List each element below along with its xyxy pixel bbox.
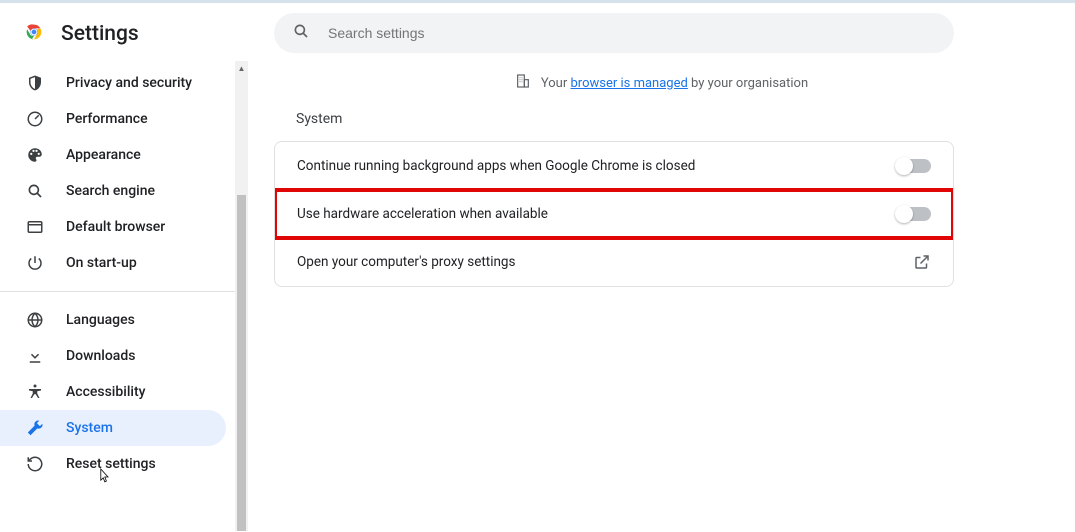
sidebar-item-default-browser[interactable]: Default browser [0,209,226,245]
toggle-hardware-acceleration[interactable] [897,207,931,221]
sidebar-item-appearance[interactable]: Appearance [0,137,226,173]
page-title: Settings [61,22,139,46]
building-icon [515,73,531,93]
row-label: Continue running background apps when Go… [297,158,695,174]
power-icon [26,254,44,272]
scrollbar-thumb[interactable] [237,195,246,531]
wrench-icon [26,419,44,437]
search-icon [26,182,44,200]
row-label: Use hardware acceleration when available [297,206,548,222]
system-card: Continue running background apps when Go… [274,141,954,287]
row-label: Open your computer's proxy settings [297,254,515,270]
row-background-apps[interactable]: Continue running background apps when Go… [275,142,953,190]
sidebar-item-label: Privacy and security [66,75,192,91]
external-link-icon [913,253,931,271]
scroll-up-icon[interactable]: ▲ [235,61,248,75]
brand: Settings [0,15,248,65]
sidebar-item-label: Performance [66,111,148,127]
sidebar-item-label: System [66,420,113,436]
shield-icon [26,74,44,92]
sidebar-item-label: Downloads [66,348,135,364]
sidebar-item-startup[interactable]: On start-up [0,245,226,281]
sidebar-item-label: Default browser [66,219,165,235]
sidebar: Settings Privacy and security Performanc… [0,3,248,532]
speedometer-icon [26,110,44,128]
sidebar-item-downloads[interactable]: Downloads [0,338,226,374]
sidebar-item-label: Appearance [66,147,141,163]
download-icon [26,347,44,365]
search-input[interactable] [328,25,936,41]
divider [0,291,248,292]
section-title: System [274,103,1049,141]
managed-link[interactable]: browser is managed [570,76,687,91]
sidebar-item-label: On start-up [66,255,137,271]
sidebar-item-label: Search engine [66,183,155,199]
reset-icon [26,455,44,473]
chrome-logo-icon [23,21,45,47]
palette-icon [26,146,44,164]
sidebar-item-system[interactable]: System [0,410,226,446]
globe-icon [26,311,44,329]
sidebar-item-accessibility[interactable]: Accessibility [0,374,226,410]
scrollbar[interactable]: ▲ [235,61,248,531]
search-bar[interactable] [274,13,954,53]
sidebar-item-label: Accessibility [66,384,145,400]
row-proxy-settings[interactable]: Open your computer's proxy settings [275,238,953,286]
main: Your browser is managed by your organisa… [248,3,1075,532]
row-hardware-acceleration[interactable]: Use hardware acceleration when available [275,190,953,238]
sidebar-item-performance[interactable]: Performance [0,101,226,137]
sidebar-item-languages[interactable]: Languages [0,302,226,338]
sidebar-item-search-engine[interactable]: Search engine [0,173,226,209]
toggle-background-apps[interactable] [897,159,931,173]
sidebar-item-privacy[interactable]: Privacy and security [0,65,226,101]
managed-text: Your browser is managed by your organisa… [541,76,808,91]
managed-notice: Your browser is managed by your organisa… [274,53,1049,103]
sidebar-item-reset[interactable]: Reset settings [0,446,226,482]
sidebar-item-label: Languages [66,312,135,328]
search-icon [292,22,310,44]
browser-icon [26,218,44,236]
accessibility-icon [26,383,44,401]
sidebar-item-label: Reset settings [66,456,156,472]
